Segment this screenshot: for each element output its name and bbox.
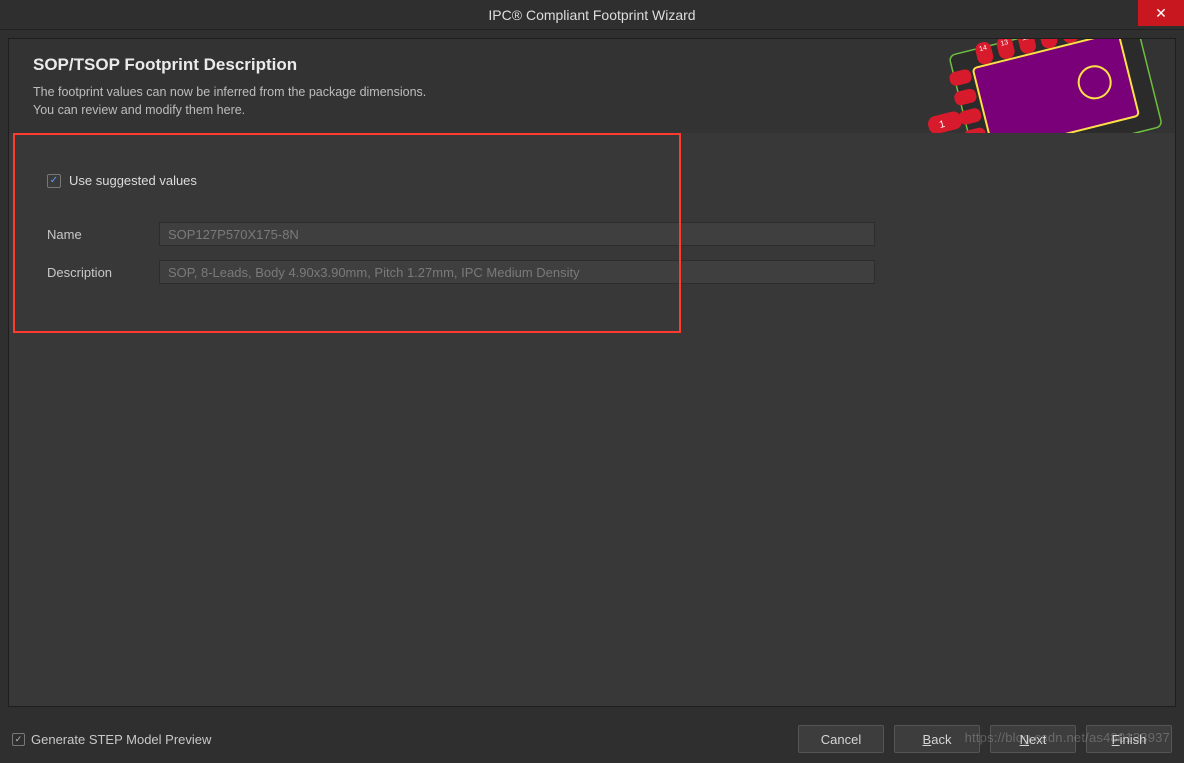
svg-text:12: 12 [1021, 38, 1030, 42]
step-preview-label: Generate STEP Model Preview [31, 732, 211, 747]
window-title: IPC® Compliant Footprint Wizard [488, 7, 695, 23]
finish-button[interactable]: Finish [1086, 725, 1172, 753]
name-row: Name [47, 222, 1145, 246]
wizard-body: ✓ Use suggested values Name Description [9, 133, 1175, 706]
titlebar: IPC® Compliant Footprint Wizard ✕ [0, 0, 1184, 30]
name-label: Name [47, 227, 159, 242]
check-icon: ✓ [50, 175, 58, 186]
subtitle-line-2: You can review and modify them here. [33, 103, 245, 117]
use-suggested-label: Use suggested values [69, 173, 197, 188]
description-input[interactable] [159, 260, 875, 284]
step-preview-checkbox[interactable]: ✓ [12, 733, 25, 746]
page-subtitle: The footprint values can now be inferred… [33, 83, 1151, 119]
form-region: ✓ Use suggested values Name Description [9, 133, 1175, 318]
close-button[interactable]: ✕ [1138, 0, 1184, 26]
subtitle-line-1: The footprint values can now be inferred… [33, 85, 426, 99]
step-preview-row: ✓ Generate STEP Model Preview [12, 732, 211, 747]
svg-text:1: 1 [938, 119, 946, 131]
svg-text:13: 13 [1000, 39, 1009, 48]
page-title: SOP/TSOP Footprint Description [33, 55, 1151, 75]
name-input[interactable] [159, 222, 875, 246]
wizard-header: SOP/TSOP Footprint Description The footp… [9, 39, 1175, 133]
wizard-window: IPC® Compliant Footprint Wizard ✕ SOP/TS… [0, 0, 1184, 763]
wizard-footer: ✓ Generate STEP Model Preview Cancel Bac… [0, 715, 1184, 763]
back-button[interactable]: Back [894, 725, 980, 753]
svg-text:14: 14 [979, 44, 988, 53]
description-label: Description [47, 265, 159, 280]
content-frame: SOP/TSOP Footprint Description The footp… [8, 38, 1176, 707]
cancel-button[interactable]: Cancel [798, 725, 884, 753]
use-suggested-checkbox[interactable]: ✓ [47, 174, 61, 188]
close-icon: ✕ [1155, 5, 1167, 22]
use-suggested-row: ✓ Use suggested values [47, 173, 1145, 188]
description-row: Description [47, 260, 1145, 284]
next-button[interactable]: Next [990, 725, 1076, 753]
check-icon: ✓ [15, 734, 23, 745]
